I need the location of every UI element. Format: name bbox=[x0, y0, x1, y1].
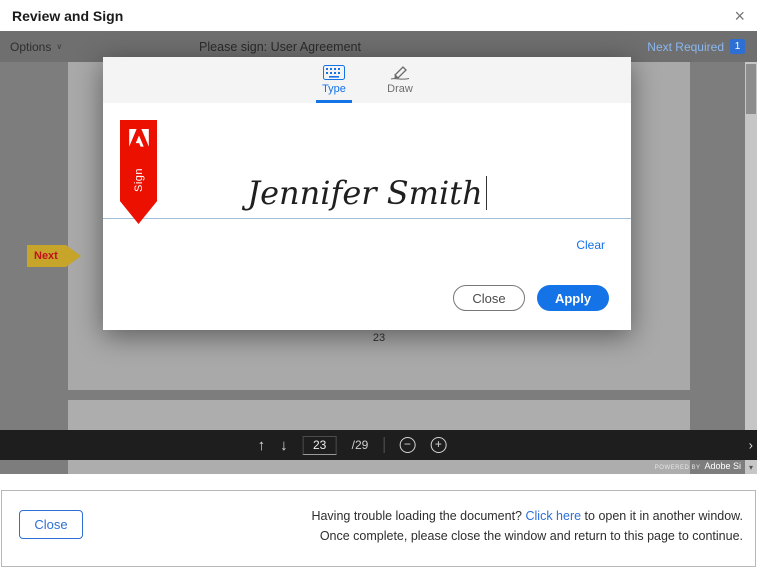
adobe-logo-icon bbox=[129, 129, 149, 147]
after-link-text: to open it in another window. bbox=[581, 509, 743, 523]
next-required-count-badge: 1 bbox=[730, 39, 745, 54]
text-caret bbox=[486, 176, 487, 210]
titlebar: Review and Sign × bbox=[0, 0, 757, 31]
powered-by-branding: POWERED BY Adobe Si bbox=[655, 461, 741, 471]
tab-type[interactable]: Type bbox=[313, 57, 355, 103]
chevron-down-icon: ∨ bbox=[56, 42, 62, 51]
signature-tabs: Type Draw bbox=[103, 57, 631, 103]
scrollbar-down-icon[interactable]: ▾ bbox=[745, 460, 757, 474]
footer-close-button[interactable]: Close bbox=[19, 510, 83, 539]
signature-dialog: Type Draw Sign Jennifer Smit bbox=[103, 57, 631, 330]
page-title: Review and Sign bbox=[12, 8, 123, 24]
toolbar-expand-icon[interactable]: › bbox=[749, 438, 753, 453]
pdf-controls: ↑ ↓ 23 /29 − + bbox=[258, 430, 447, 460]
tab-type-label: Type bbox=[322, 83, 346, 95]
clear-link[interactable]: Clear bbox=[576, 238, 605, 252]
signature-apply-button[interactable]: Apply bbox=[537, 285, 609, 311]
next-required-label: Next Required bbox=[647, 40, 724, 54]
next-required-button[interactable]: Next Required 1 bbox=[647, 31, 745, 62]
powered-by-label: POWERED BY bbox=[655, 465, 701, 471]
footer-help-text: Having trouble loading the document? Cli… bbox=[311, 506, 743, 546]
host-page-footer: Close Having trouble loading the documen… bbox=[1, 490, 756, 567]
page-total-label: /29 bbox=[352, 438, 369, 452]
signature-baseline bbox=[103, 218, 631, 219]
review-and-sign-window: Review and Sign × Options ∨ Please sign:… bbox=[0, 0, 757, 568]
keyboard-icon bbox=[323, 65, 345, 80]
trouble-text: Having trouble loading the document? bbox=[311, 509, 525, 523]
close-icon[interactable]: × bbox=[734, 7, 745, 25]
scrollbar-thumb[interactable] bbox=[746, 64, 756, 114]
next-page-icon[interactable]: ↓ bbox=[280, 438, 288, 453]
powered-by-brand: Adobe Si bbox=[704, 461, 741, 471]
page-number-input[interactable]: 23 bbox=[303, 436, 337, 455]
tab-draw[interactable]: Draw bbox=[379, 57, 421, 103]
signature-text: Jennifer Smith bbox=[247, 174, 482, 212]
zoom-out-icon[interactable]: − bbox=[399, 437, 415, 453]
previous-page-icon[interactable]: ↑ bbox=[258, 438, 266, 453]
next-tag-label: Next bbox=[34, 250, 58, 262]
tab-draw-label: Draw bbox=[387, 83, 413, 95]
pen-icon bbox=[389, 65, 411, 80]
page-number-label: 23 bbox=[373, 332, 385, 344]
ribbon-sign-label: Sign bbox=[133, 168, 145, 192]
options-label: Options bbox=[10, 40, 51, 54]
footer-help-line2: Once complete, please close the window a… bbox=[311, 526, 743, 546]
vertical-scrollbar[interactable] bbox=[745, 62, 757, 474]
signature-dialog-actions: Close Apply bbox=[453, 285, 609, 311]
options-menu-button[interactable]: Options ∨ bbox=[10, 31, 62, 62]
toolbar-divider bbox=[383, 437, 384, 453]
click-here-link[interactable]: Click here bbox=[526, 509, 582, 523]
signature-preview[interactable]: Jennifer Smith bbox=[103, 174, 631, 212]
signature-close-button[interactable]: Close bbox=[453, 285, 525, 311]
zoom-in-icon[interactable]: + bbox=[430, 437, 446, 453]
footer-help-line1: Having trouble loading the document? Cli… bbox=[311, 506, 743, 526]
pdf-page-toolbar: ↑ ↓ 23 /29 − + › bbox=[0, 430, 757, 460]
